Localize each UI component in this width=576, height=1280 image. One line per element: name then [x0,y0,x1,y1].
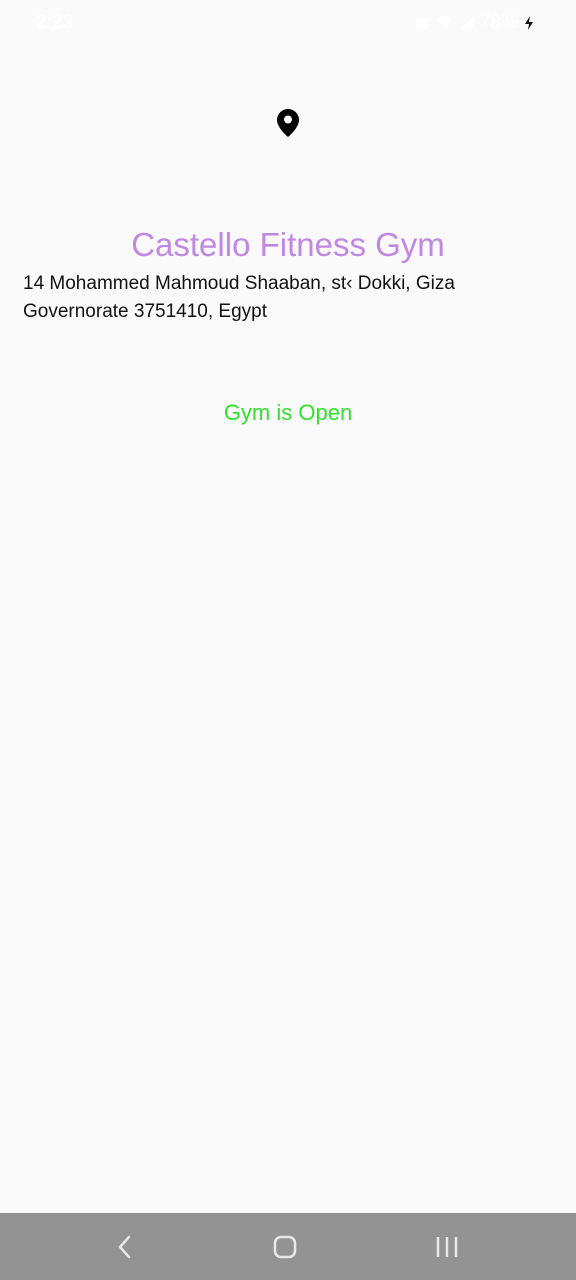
gym-name: Castello Fitness Gym [131,226,445,263]
recents-button[interactable] [407,1213,487,1280]
status-time: 2:23 [36,12,73,33]
wifi-icon [436,15,453,31]
battery-percent: 78% [479,12,518,33]
status-bar: 2:23 78% [0,0,576,46]
home-icon [273,1235,297,1258]
navigation-bar [0,1213,576,1280]
back-icon [118,1235,131,1258]
gym-address: 14 Mohammed Mahmoud Shaaban, st‹ Dokki, … [23,273,455,322]
signal-icon [458,15,474,31]
status-indicators: 78% [414,12,540,34]
back-button[interactable] [85,1213,165,1280]
recents-icon [436,1236,458,1257]
notification-icon [414,15,430,31]
location-pin-icon [276,108,300,138]
open-status: Gym is Open [223,400,353,425]
charging-icon [524,15,540,31]
home-button[interactable] [245,1213,325,1280]
